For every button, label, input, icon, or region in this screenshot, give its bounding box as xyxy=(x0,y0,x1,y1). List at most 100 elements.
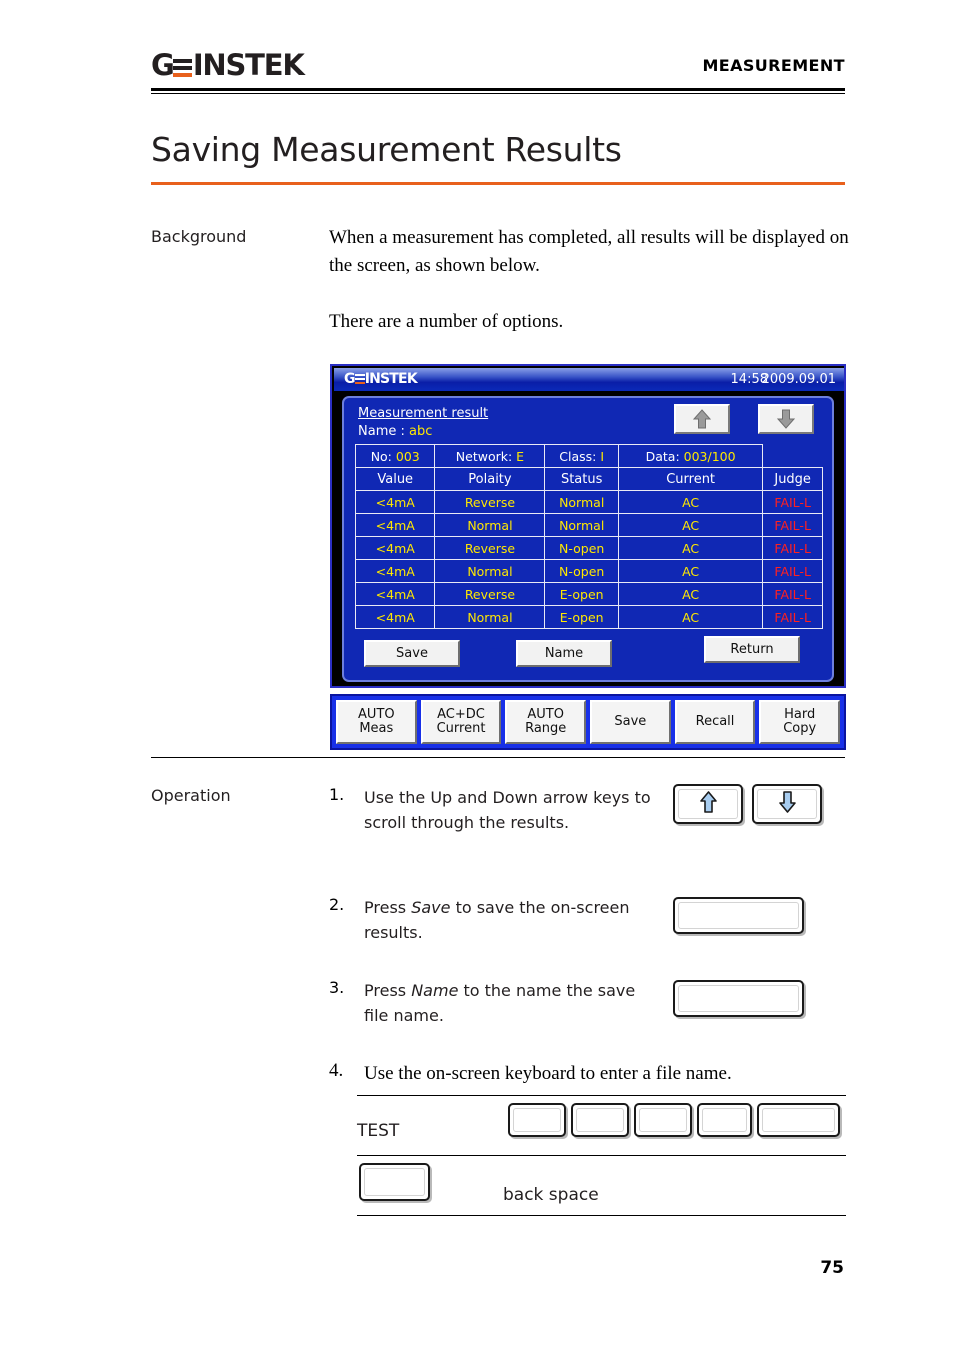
lcd-return-button[interactable]: Return xyxy=(704,636,800,663)
keyboard-row-rule-top xyxy=(357,1095,846,1096)
cell-judge: FAIL-L xyxy=(762,582,823,606)
header-rule-thin xyxy=(151,93,845,94)
fkey-line1: AUTO xyxy=(358,707,395,722)
fkey-line1: Save xyxy=(614,714,647,729)
column-header-status: Status xyxy=(544,467,619,491)
step-number: 2. xyxy=(329,895,345,914)
info-cell-network: Network: E xyxy=(434,444,546,468)
operation-label: Operation xyxy=(151,786,231,805)
background-paragraph-1: When a measurement has completed, all re… xyxy=(329,227,849,276)
hardware-key-up-arrow[interactable] xyxy=(673,784,743,824)
step-text: Press Name to the name the save file nam… xyxy=(364,978,659,1028)
table-row: <4mA Reverse Normal AC FAIL-L xyxy=(354,490,823,514)
cell-value: <4mA xyxy=(354,582,436,606)
function-key-ac-dc-current[interactable]: AC+DC Current xyxy=(420,700,502,744)
keyboard-key-backspace[interactable] xyxy=(359,1163,430,1201)
lcd-gw-instek-logo: G INSTEK xyxy=(344,371,418,387)
cell-value: <4mA xyxy=(354,513,436,537)
cell-polaity: Reverse xyxy=(434,536,546,560)
cell-value: <4mA xyxy=(354,559,436,583)
fkey-line1: Recall xyxy=(695,714,735,729)
logo-instek-text: INSTEK xyxy=(192,48,305,82)
scroll-down-button[interactable] xyxy=(758,404,814,434)
function-key-auto-range[interactable]: AUTO Range xyxy=(505,700,587,744)
cell-judge: FAIL-L xyxy=(762,605,823,629)
hardware-key-save[interactable] xyxy=(673,897,804,934)
fkey-line2: Meas xyxy=(359,721,394,736)
function-key-save[interactable]: Save xyxy=(590,700,671,744)
arrow-down-icon xyxy=(778,790,797,819)
fkey-line1: AUTO xyxy=(527,707,564,722)
keyboard-key-3[interactable] xyxy=(634,1103,692,1137)
background-paragraph-2: There are a number of options. xyxy=(329,311,564,332)
step-text-before: Press xyxy=(364,898,412,917)
cell-polaity: Reverse xyxy=(434,490,546,514)
cell-value: <4mA xyxy=(354,605,436,629)
measurement-result-table: No: 003 Network: E Class: I Data: 003/10… xyxy=(354,444,823,629)
cell-status: N-open xyxy=(544,536,619,560)
keyboard-key-5[interactable] xyxy=(757,1103,840,1137)
operation-step-3: 3. Press Name to the name the save file … xyxy=(329,978,659,1028)
keyboard-key-1[interactable] xyxy=(508,1103,566,1137)
logo-w-symbol-icon xyxy=(172,58,192,78)
keyboard-key-4[interactable] xyxy=(697,1103,752,1137)
logo-g-letter: G xyxy=(151,48,175,82)
column-header-judge: Judge xyxy=(762,467,823,491)
file-name-value: abc xyxy=(409,424,433,439)
arrow-up-icon xyxy=(699,790,718,819)
fkey-line2: Range xyxy=(525,721,567,736)
measurement-result-heading: Measurement result xyxy=(358,406,489,421)
step-emphasis: Save xyxy=(411,898,451,917)
function-key-strip: AUTO Meas AC+DC Current AUTO Range Save … xyxy=(330,694,846,750)
operation-step-1: 1. Use the Up and Down arrow keys to scr… xyxy=(329,785,659,835)
cell-judge: FAIL-L xyxy=(762,513,823,537)
backspace-label: back space xyxy=(503,1185,599,1205)
title-accent-rule xyxy=(151,182,845,185)
info-cell-data: Data: 003/100 xyxy=(617,444,764,468)
cell-judge: FAIL-L xyxy=(762,536,823,560)
function-key-hard-copy[interactable]: Hard Copy xyxy=(759,700,841,744)
keyboard-key-2[interactable] xyxy=(571,1103,629,1137)
cell-current: AC xyxy=(617,513,764,537)
cell-polaity: Normal xyxy=(434,513,546,537)
device-lcd-screen: G INSTEK 14:58 2009.09.01 Measurement res… xyxy=(330,364,846,688)
cell-status: E-open xyxy=(544,605,619,629)
info-cell-class: Class: I xyxy=(544,444,619,468)
arrow-up-icon xyxy=(676,409,728,429)
gw-instek-logo: G INSTEK xyxy=(151,48,305,82)
function-key-recall[interactable]: Recall xyxy=(674,700,756,744)
lcd-save-button[interactable]: Save xyxy=(364,640,460,667)
scroll-up-button[interactable] xyxy=(674,404,730,434)
step-text-before: Press xyxy=(364,981,412,1000)
step-text: Press Save to save the on-screen results… xyxy=(364,895,659,945)
table-row: <4mA Normal Normal AC FAIL-L xyxy=(354,513,823,537)
table-row: <4mA Normal N-open AC FAIL-L xyxy=(354,559,823,583)
fkey-line1: Hard xyxy=(784,707,816,722)
step-text: Use the on-screen keyboard to enter a fi… xyxy=(364,1063,732,1084)
file-name-label: Name : xyxy=(358,424,409,439)
measurement-result-panel: Measurement result Name : abc No: 003 Ne… xyxy=(342,396,834,682)
cell-polaity: Normal xyxy=(434,559,546,583)
keyboard-row-rule-middle xyxy=(357,1155,846,1156)
info-cell-no: No: 003 xyxy=(354,444,436,468)
lcd-logo-w-symbol-icon xyxy=(354,373,365,384)
fkey-line2: Copy xyxy=(783,721,817,736)
cell-polaity: Normal xyxy=(434,605,546,629)
cell-status: N-open xyxy=(544,559,619,583)
cell-current: AC xyxy=(617,605,764,629)
header-rule-thick xyxy=(151,88,845,91)
hardware-key-down-arrow[interactable] xyxy=(752,784,822,824)
hardware-key-name[interactable] xyxy=(673,980,804,1017)
step-emphasis: Name xyxy=(411,981,459,1000)
page-number: 75 xyxy=(820,1258,844,1278)
function-key-auto-meas[interactable]: AUTO Meas xyxy=(336,700,417,744)
page-title: Saving Measurement Results xyxy=(151,130,622,169)
table-row: <4mA Reverse E-open AC FAIL-L xyxy=(354,582,823,606)
cell-status: Normal xyxy=(544,513,619,537)
lcd-title-bar: G INSTEK 14:58 2009.09.01 xyxy=(334,368,844,391)
column-header-value: Value xyxy=(354,467,436,491)
column-header-current: Current xyxy=(617,467,764,491)
lcd-name-button[interactable]: Name xyxy=(516,640,612,667)
cell-judge: FAIL-L xyxy=(762,490,823,514)
step-number: 4. xyxy=(329,1060,344,1081)
